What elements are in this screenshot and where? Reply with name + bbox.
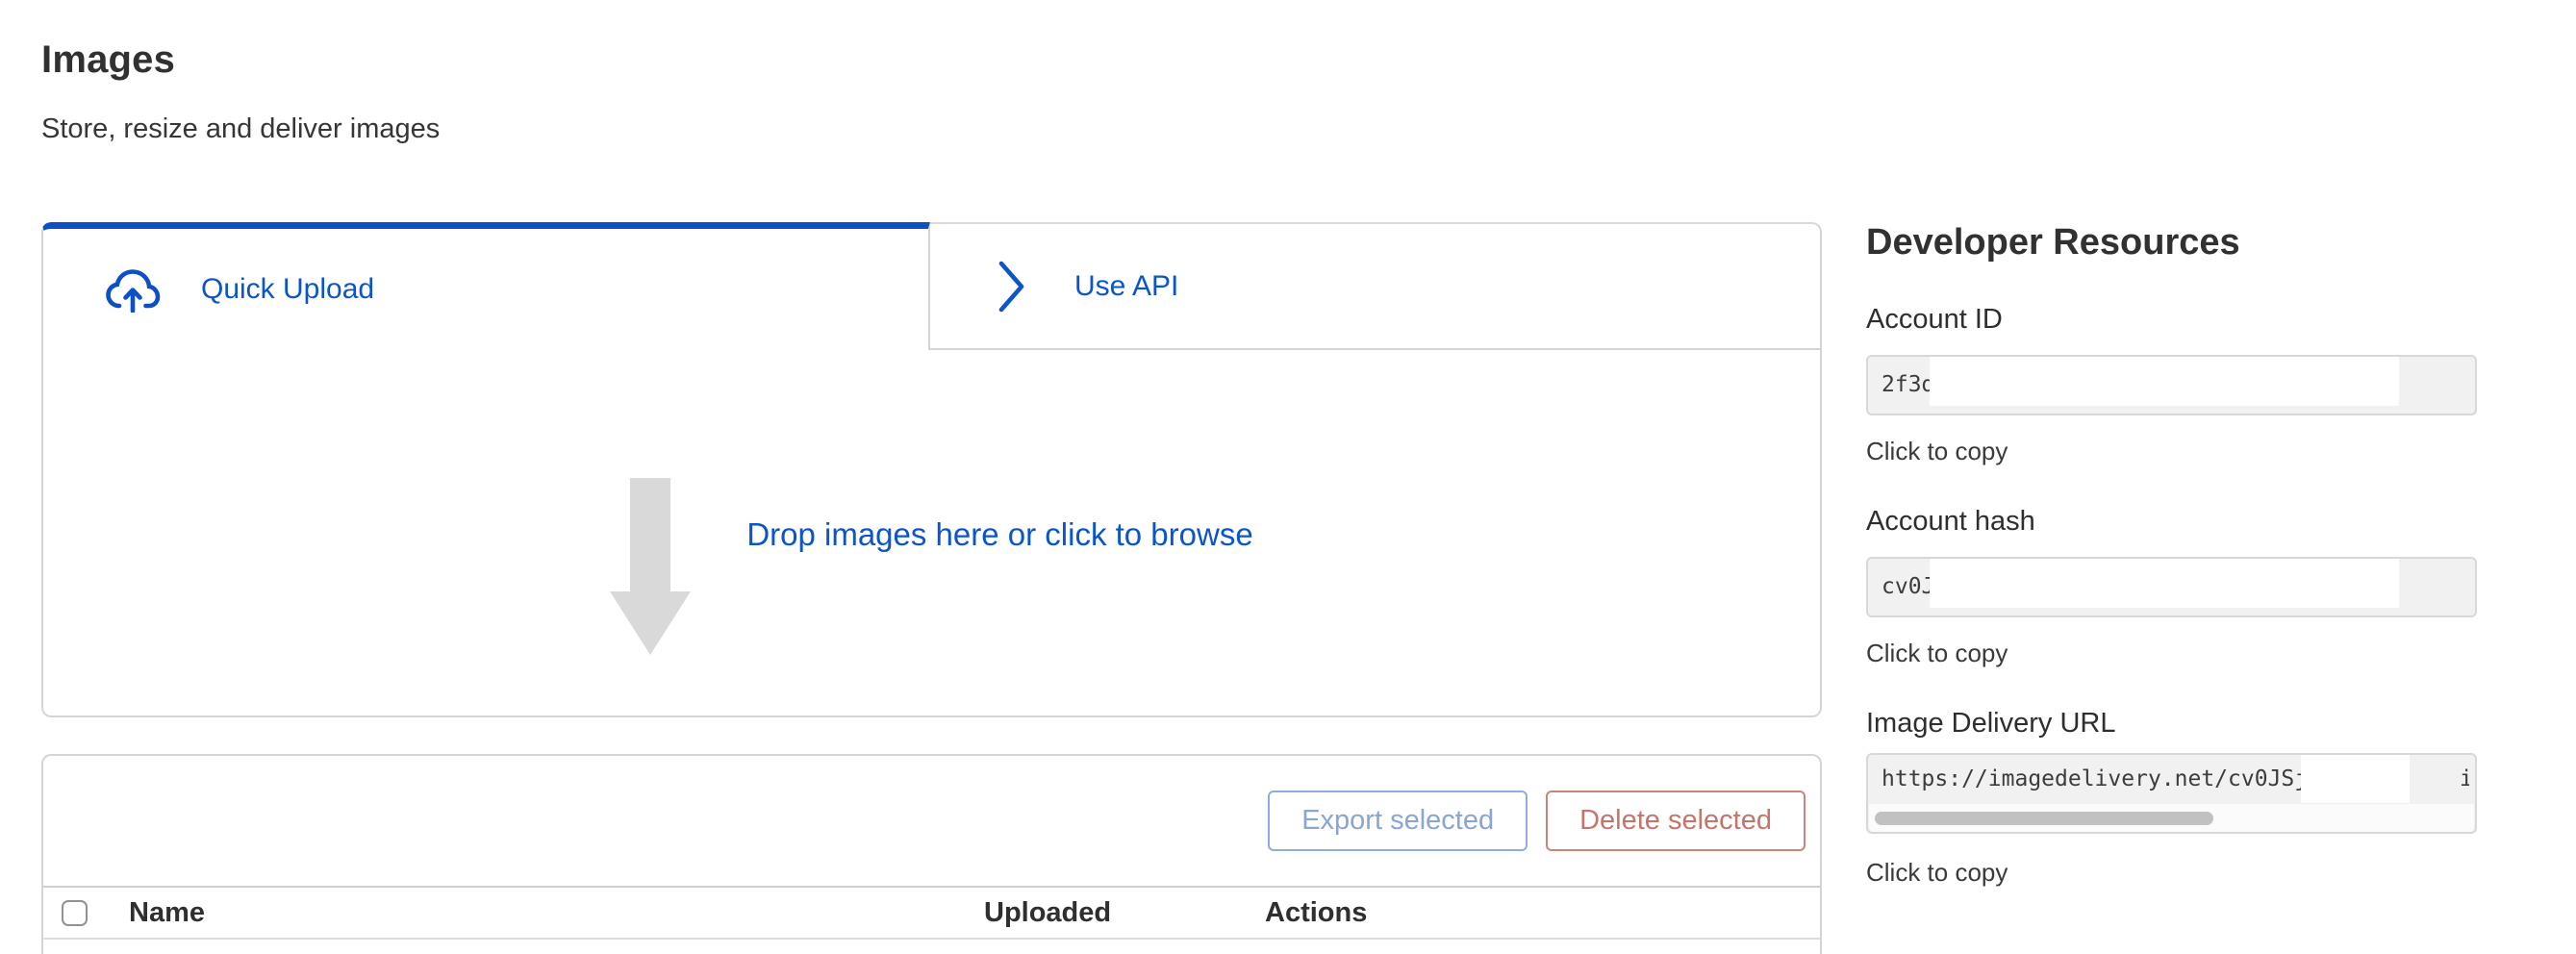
developer-resources-panel: Developer Resources Account ID 2f3d Clic…	[1866, 220, 2477, 888]
account-hash-copy-hint: Click to copy	[1866, 638, 2477, 668]
tab-bar: Quick Upload Use API	[41, 222, 1822, 350]
chevron-right-icon	[998, 259, 1026, 314]
scrollbar-thumb[interactable]	[1875, 812, 2213, 825]
redaction-overlay	[1930, 357, 2399, 406]
drop-arrow-icon	[610, 478, 691, 655]
redaction-overlay	[2301, 755, 2410, 803]
account-id-label: Account ID	[1866, 303, 2477, 336]
image-delivery-url-label: Image Delivery URL	[1866, 707, 2477, 740]
account-hash-label: Account hash	[1866, 505, 2477, 538]
page-title: Images	[41, 37, 1822, 83]
tab-use-api-label: Use API	[1074, 270, 1178, 303]
redaction-overlay	[1930, 559, 2399, 608]
page-subtitle: Store, resize and deliver images	[41, 112, 1822, 146]
column-header-actions: Actions	[1265, 897, 1820, 929]
dropzone[interactable]: Drop images here or click to browse	[41, 350, 1822, 717]
horizontal-scrollbar	[1869, 804, 2474, 832]
select-all-checkbox[interactable]	[62, 900, 88, 926]
dropzone-label: Drop images here or click to browse	[746, 516, 1252, 616]
account-hash-field[interactable]: cv0J	[1866, 557, 2477, 617]
export-selected-button[interactable]: Export selected	[1268, 791, 1528, 851]
upload-card: Quick Upload Use API Drop images here	[41, 222, 1822, 717]
images-page: Images Store, resize and deliver images …	[0, 0, 2576, 954]
redacted-value-fragment: i	[2460, 755, 2469, 803]
account-id-copy-hint: Click to copy	[1866, 436, 2477, 466]
tab-quick-upload-label: Quick Upload	[201, 273, 374, 306]
image-list-panel: Export selected Delete selected Name Upl…	[41, 754, 1822, 954]
image-delivery-url-value: https://imagedelivery.net/cv0JSj	[1881, 755, 2308, 803]
account-id-field[interactable]: 2f3d	[1866, 355, 2477, 415]
image-delivery-url-copy-hint: Click to copy	[1866, 857, 2477, 888]
cloud-upload-icon	[105, 267, 161, 313]
column-header-uploaded: Uploaded	[984, 897, 1265, 929]
main-column: Images Store, resize and deliver images …	[41, 37, 1822, 954]
tab-quick-upload[interactable]: Quick Upload	[41, 222, 930, 350]
column-header-name: Name	[129, 897, 984, 929]
table-header-row: Name Uploaded Actions	[43, 888, 1820, 940]
account-id-value: 2f3d	[1881, 357, 1934, 414]
account-hash-value: cv0J	[1881, 559, 1934, 615]
delete-selected-button[interactable]: Delete selected	[1546, 791, 1806, 851]
tab-use-api[interactable]: Use API	[930, 222, 1822, 350]
sidebar-title: Developer Resources	[1866, 220, 2477, 264]
list-toolbar: Export selected Delete selected	[43, 756, 1820, 886]
image-delivery-url-field[interactable]: https://imagedelivery.net/cv0JSj i	[1866, 753, 2477, 834]
